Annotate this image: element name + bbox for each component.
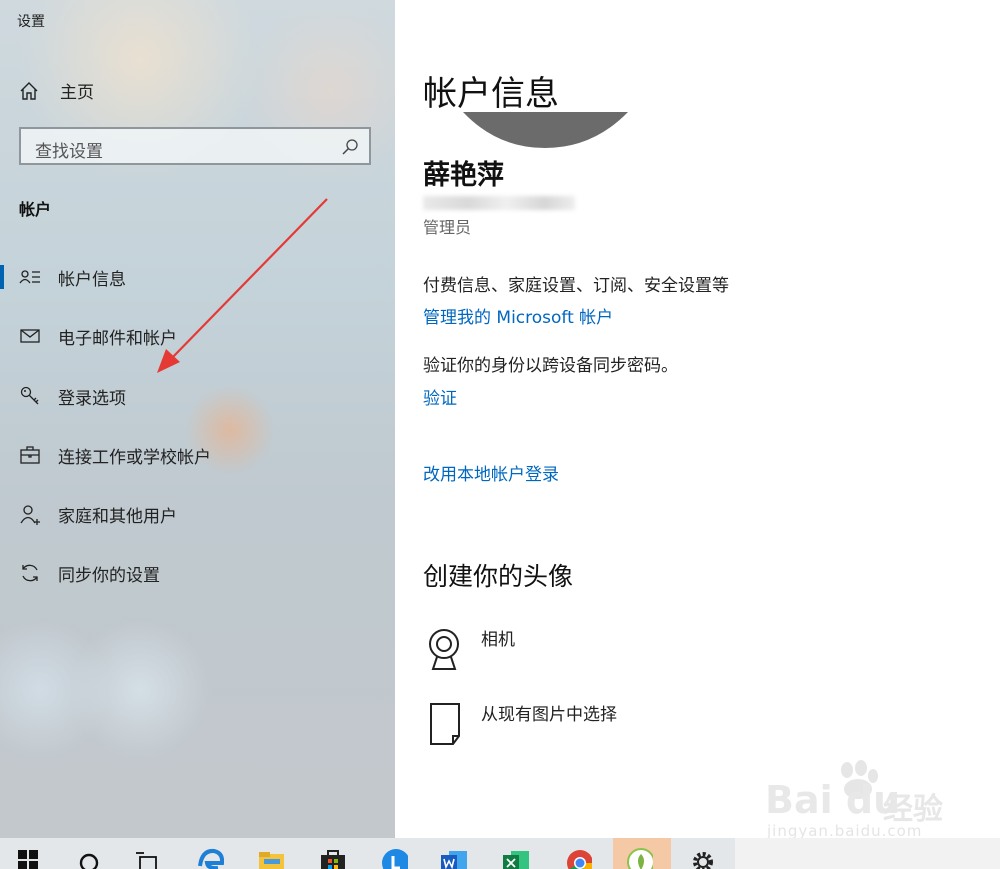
search-icon[interactable] xyxy=(341,138,359,156)
taskbar-word[interactable] xyxy=(428,838,486,869)
search-icon xyxy=(79,853,99,869)
taskbar-file-explorer[interactable] xyxy=(242,838,300,869)
sidebar-item-sync[interactable]: 同步你的设置 xyxy=(0,553,395,593)
sidebar-home[interactable]: 主页 xyxy=(18,78,94,103)
word-icon xyxy=(441,851,467,869)
sidebar-item-label: 帐户信息 xyxy=(58,269,126,290)
add-person-icon xyxy=(20,505,40,525)
user-role: 管理员 xyxy=(423,218,472,237)
sidebar-item-family[interactable]: 家庭和其他用户 xyxy=(0,494,395,534)
taskbar-edge[interactable] xyxy=(180,838,238,869)
sidebar-item-sign-in-options[interactable]: 登录选项 xyxy=(0,376,395,416)
annotation-arrow xyxy=(157,198,328,373)
sidebar-item-label: 同步你的设置 xyxy=(58,565,160,586)
selected-indicator xyxy=(0,265,4,289)
l-app-icon xyxy=(382,849,408,869)
sidebar: 设置 主页 查找设置 帐户 帐户信息 电子邮件和帐户 登录选项 连接工作或学校帐… xyxy=(0,0,395,838)
taskbar-search-button[interactable] xyxy=(58,838,116,869)
choose-picture-label: 从现有图片中选择 xyxy=(481,705,617,725)
mail-icon xyxy=(20,329,40,343)
taskbar-excel[interactable] xyxy=(490,838,548,869)
sidebar-item-label: 家庭和其他用户 xyxy=(58,506,177,527)
home-icon xyxy=(20,81,38,100)
taskbar-store[interactable] xyxy=(304,838,362,869)
task-view-button[interactable] xyxy=(116,838,174,869)
edge-icon xyxy=(198,848,224,869)
taskbar-chrome[interactable] xyxy=(552,838,610,869)
section-title: 帐户 xyxy=(19,200,52,219)
choose-picture-option[interactable]: 从现有图片中选择 xyxy=(423,702,617,748)
account-info-icon xyxy=(19,270,40,284)
create-avatar-heading: 创建你的头像 xyxy=(423,562,574,591)
home-label: 主页 xyxy=(60,83,94,103)
page-title: 帐户信息 xyxy=(423,74,559,114)
excel-icon xyxy=(503,851,529,869)
camera-option[interactable]: 相机 xyxy=(423,627,515,673)
window-title: 设置 xyxy=(17,14,45,30)
taskbar-settings[interactable] xyxy=(674,838,732,869)
verify-link[interactable]: 验证 xyxy=(423,384,457,409)
key-icon xyxy=(20,386,39,405)
main-panel: 帐户信息 薛艳萍 管理员 付费信息、家庭设置、订阅、安全设置等 管理我的 Mic… xyxy=(395,0,1000,838)
taskbar-tray-area xyxy=(735,838,1000,869)
taskbar xyxy=(0,838,1000,869)
sidebar-item-account-info[interactable]: 帐户信息 xyxy=(0,257,395,297)
webcam-icon xyxy=(429,629,459,670)
briefcase-icon xyxy=(20,446,40,464)
start-button[interactable] xyxy=(0,838,58,869)
verify-description: 验证你的身份以跨设备同步密码。 xyxy=(423,356,678,376)
chrome-icon xyxy=(567,850,592,869)
avatar xyxy=(463,112,628,148)
sidebar-item-label: 电子邮件和帐户 xyxy=(58,328,177,349)
manage-microsoft-account-link[interactable]: 管理我的 Microsoft 帐户 xyxy=(423,303,613,328)
search-settings-input[interactable]: 查找设置 xyxy=(19,127,371,165)
taskbar-l-app[interactable] xyxy=(368,838,426,869)
windows-icon xyxy=(18,850,38,869)
sidebar-item-label: 连接工作或学校帐户 xyxy=(58,447,211,468)
camera-label: 相机 xyxy=(481,630,515,650)
email-redacted xyxy=(423,196,575,210)
sidebar-item-label: 登录选项 xyxy=(58,388,126,409)
search-placeholder: 查找设置 xyxy=(35,142,103,162)
task-view-icon xyxy=(136,852,157,869)
store-icon xyxy=(321,850,345,869)
folder-icon xyxy=(259,852,284,869)
billing-description: 付费信息、家庭设置、订阅、安全设置等 xyxy=(423,276,729,296)
user-name: 薛艳萍 xyxy=(423,160,504,191)
green-app-icon xyxy=(627,848,653,869)
sidebar-item-work-school[interactable]: 连接工作或学校帐户 xyxy=(0,435,395,475)
gear-icon xyxy=(693,852,713,869)
local-account-link[interactable]: 改用本地帐户登录 xyxy=(423,460,559,485)
sidebar-item-email[interactable]: 电子邮件和帐户 xyxy=(0,316,395,356)
taskbar-green-app[interactable] xyxy=(613,838,671,869)
sync-icon xyxy=(22,564,38,582)
document-icon xyxy=(430,703,460,745)
